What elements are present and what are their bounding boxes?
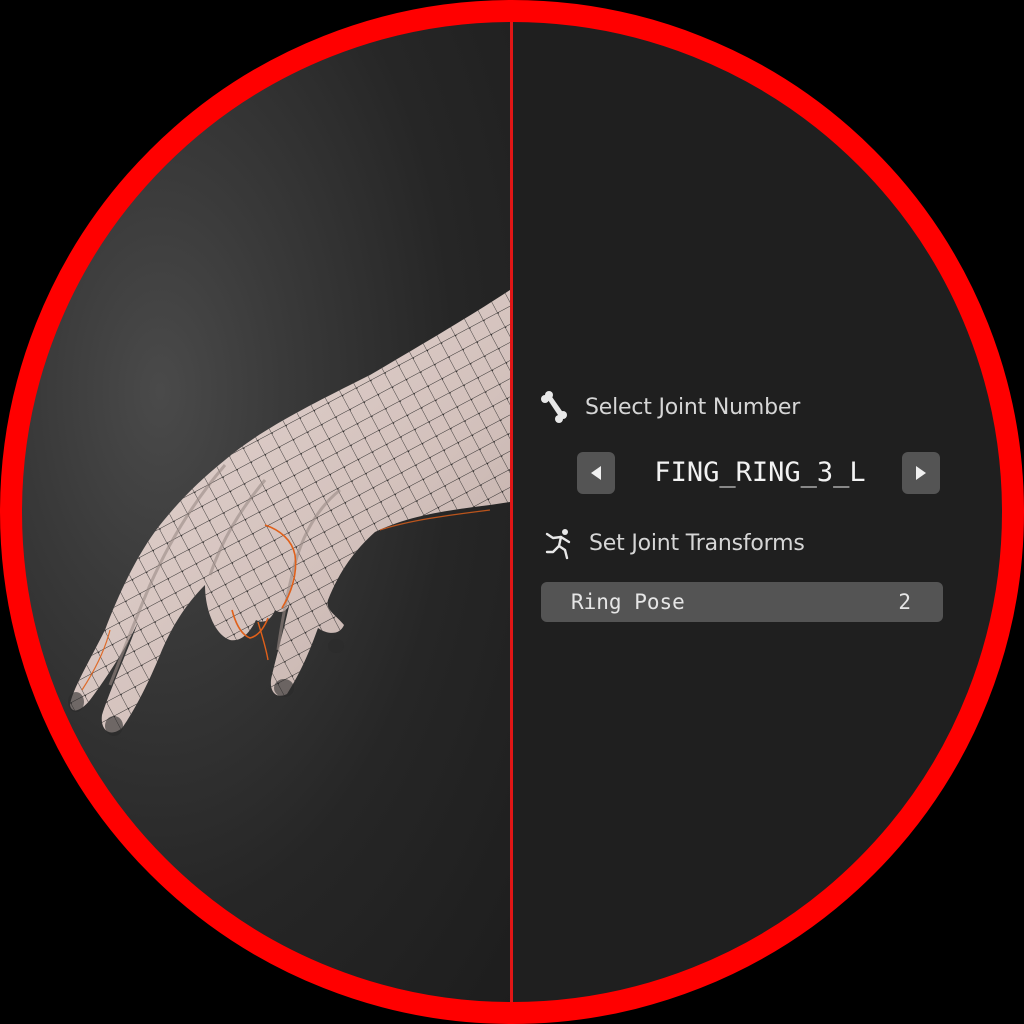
circular-mask: Select Joint Number FING_RING_3_L Set Jo… [10, 10, 1014, 1014]
previous-joint-button[interactable] [577, 452, 615, 494]
next-joint-button[interactable] [902, 452, 940, 494]
set-joint-transforms-header: Set Joint Transforms [543, 526, 805, 560]
pose-figure-icon [543, 526, 577, 560]
bone-icon [537, 390, 571, 424]
set-joint-transforms-title: Set Joint Transforms [589, 530, 805, 556]
triangle-right-icon [916, 466, 926, 480]
hand-mesh [68, 290, 510, 736]
triangle-left-icon [591, 466, 601, 480]
joint-panel: Select Joint Number FING_RING_3_L Set Jo… [513, 10, 1014, 1014]
ring-pose-value: 2 [898, 590, 911, 614]
ring-pose-field[interactable]: Ring Pose 2 [541, 582, 943, 622]
current-joint-name: FING_RING_3_L [654, 457, 866, 488]
screenshot-frame: Select Joint Number FING_RING_3_L Set Jo… [0, 0, 1024, 1024]
select-joint-title: Select Joint Number [585, 394, 801, 420]
3d-viewport[interactable] [10, 10, 510, 1014]
select-joint-header: Select Joint Number [537, 390, 800, 424]
ring-pose-label: Ring Pose [571, 590, 685, 614]
